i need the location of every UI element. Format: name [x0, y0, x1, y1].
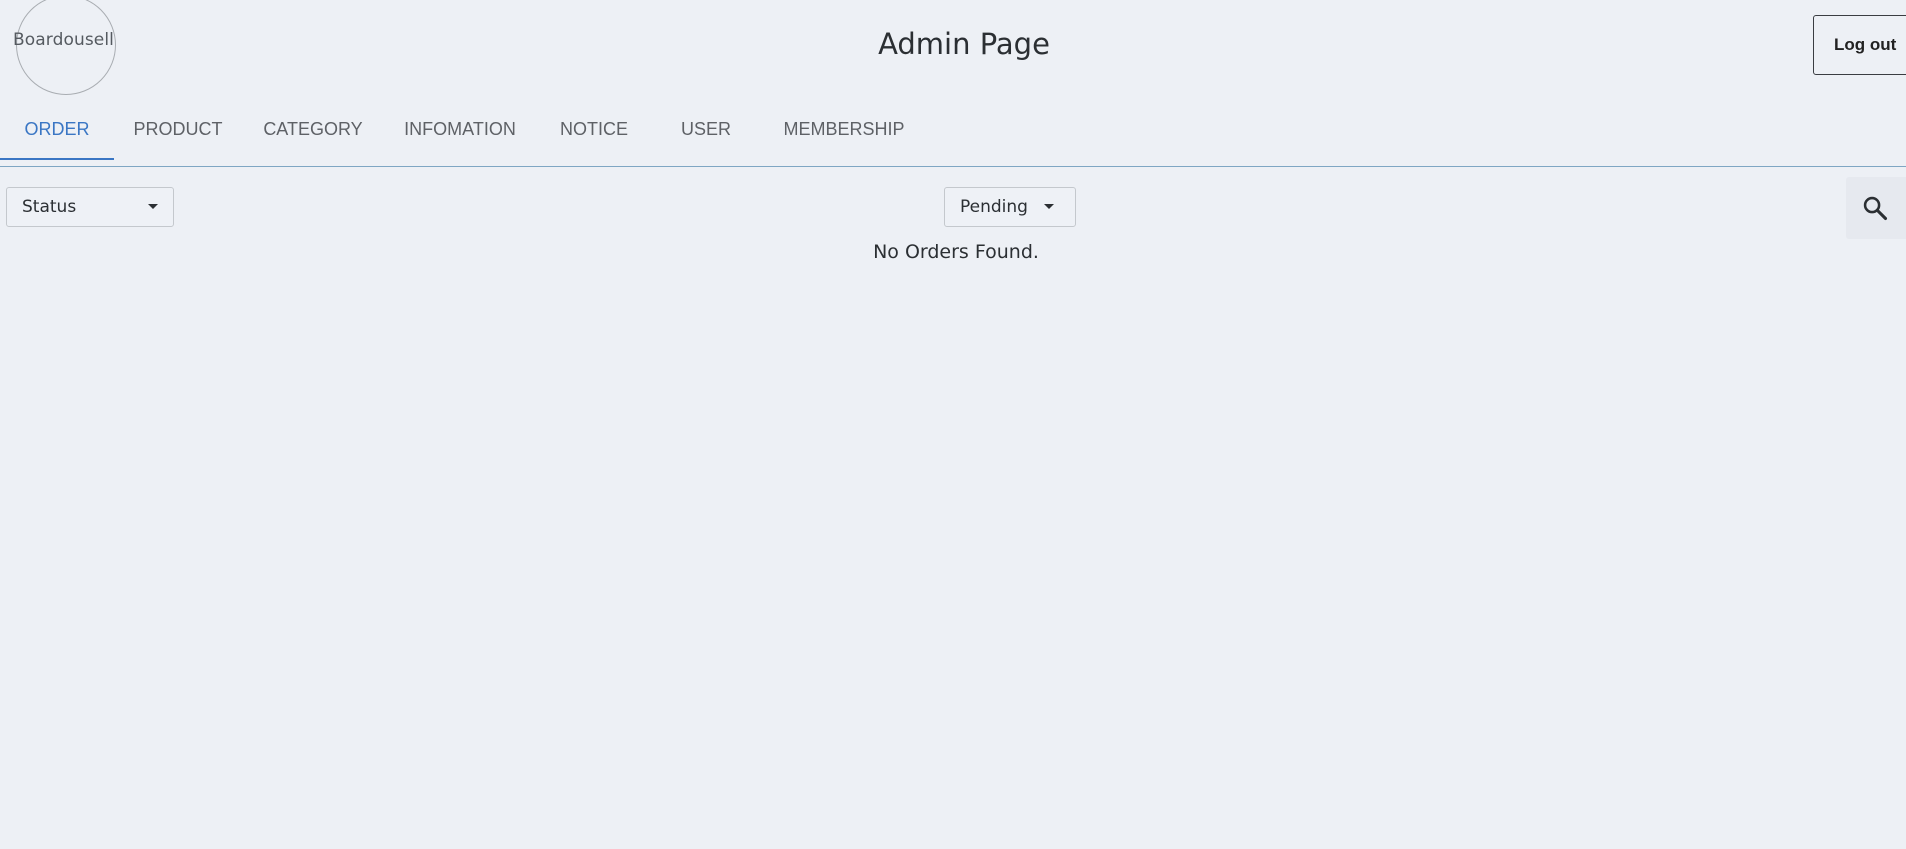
tab-infomation[interactable]: INFOMATION: [396, 100, 524, 160]
orders-empty-message: No Orders Found.: [873, 241, 1039, 263]
admin-page: Boardousell Admin Page Log out ORDER PRO…: [0, 0, 1906, 849]
tab-user[interactable]: USER: [664, 100, 748, 160]
logout-button[interactable]: Log out: [1813, 15, 1906, 75]
filter-field-select[interactable]: Status: [6, 187, 174, 227]
page-title: Admin Page: [878, 27, 1050, 61]
status-value-text: Pending: [960, 197, 1028, 217]
admin-tabs: ORDER PRODUCT CATEGORY INFOMATION NOTICE…: [0, 100, 1906, 167]
status-value-select[interactable]: Pending: [944, 187, 1076, 227]
filter-field-value: Status: [22, 197, 77, 217]
chevron-down-icon: [148, 204, 158, 209]
search-icon: [1863, 196, 1888, 221]
tab-membership[interactable]: MEMBERSHIP: [774, 100, 914, 160]
chevron-down-icon: [1044, 204, 1054, 209]
tab-category[interactable]: CATEGORY: [256, 100, 370, 160]
tab-notice[interactable]: NOTICE: [550, 100, 638, 160]
search-button[interactable]: [1846, 177, 1906, 239]
tab-order[interactable]: ORDER: [0, 100, 114, 160]
tab-product[interactable]: PRODUCT: [126, 100, 230, 160]
